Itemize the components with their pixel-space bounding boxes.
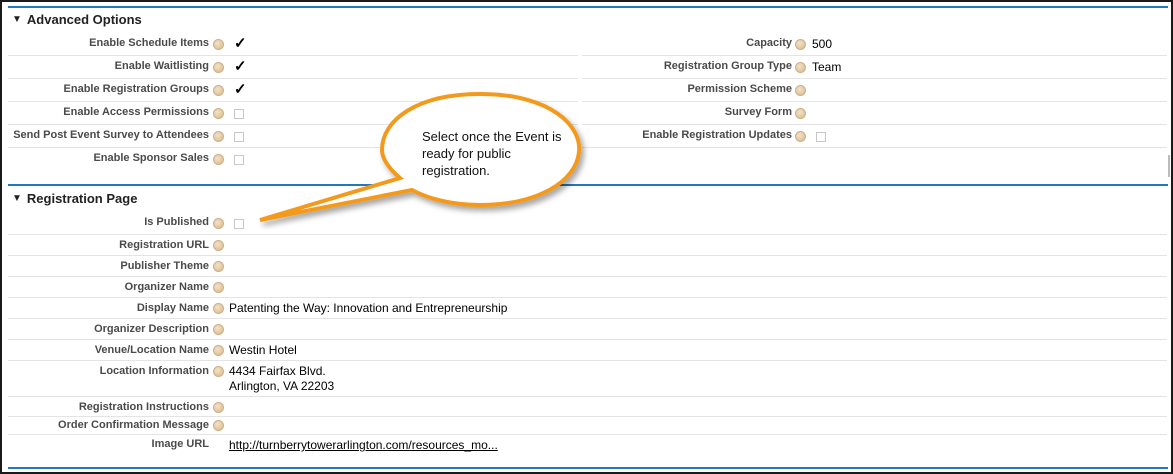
callout-text: Select once the Event is ready for publi… — [422, 129, 562, 178]
callout-bubble — [259, 91, 582, 222]
page-frame: ▼ Advanced Options Enable Schedule Items… — [0, 0, 1173, 474]
